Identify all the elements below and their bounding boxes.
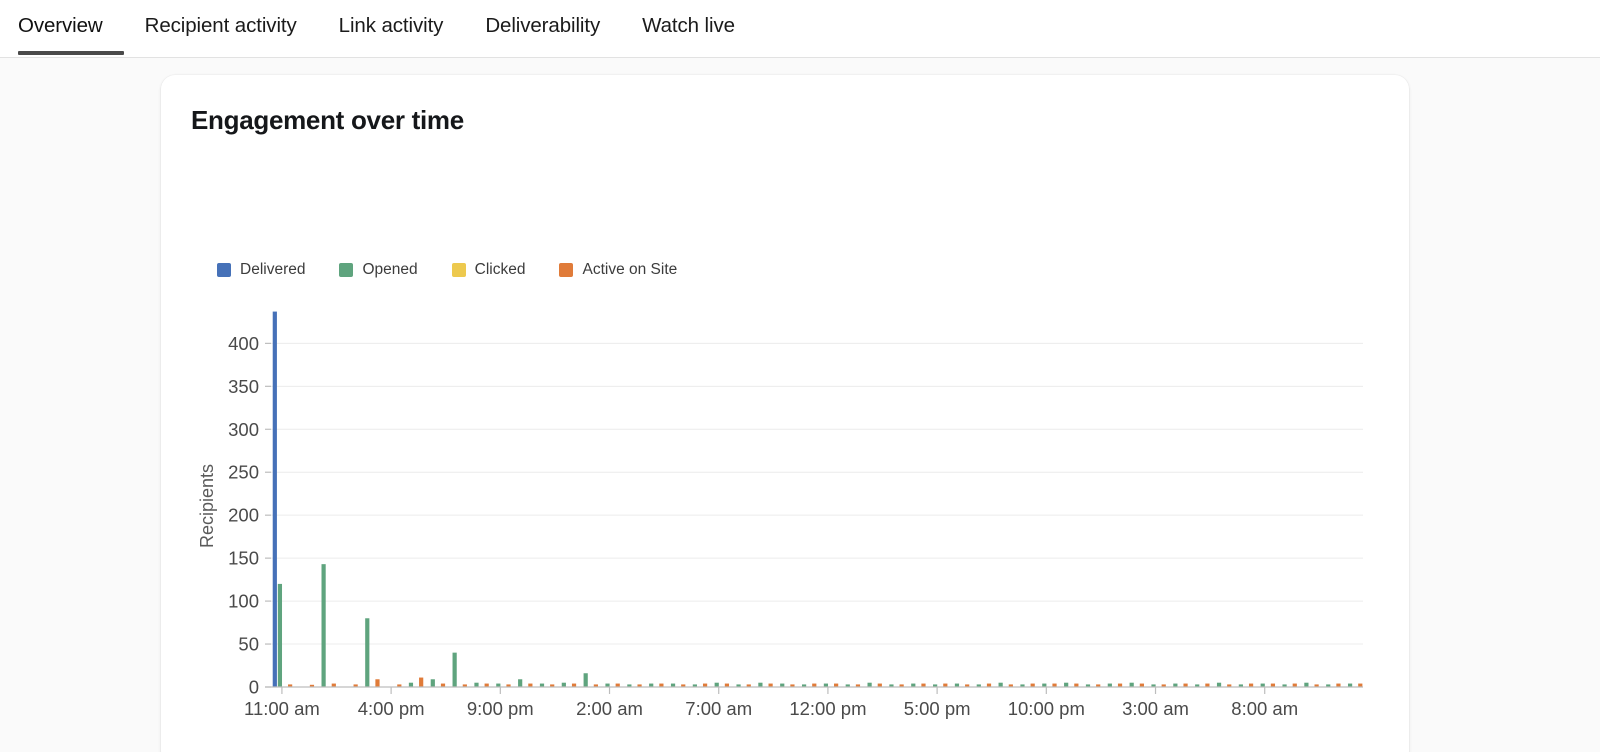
x-axis-tick-label: 7:00 am <box>685 698 752 719</box>
tab-bar: Overview Recipient activity Link activit… <box>0 0 1600 58</box>
legend-label-active-on-site: Active on Site <box>582 261 677 279</box>
engagement-chart-svg: 0 50 100 150 200 250 300 350 400 Recipients 11:00 … <box>191 303 1381 733</box>
tab-recipient-activity[interactable]: Recipient activity <box>124 0 318 55</box>
legend-swatch-active-on-site <box>559 263 573 277</box>
y-axis-tick-label: 250 <box>228 462 259 483</box>
chart-bar[interactable] <box>453 653 457 687</box>
chart-bar[interactable] <box>273 312 277 687</box>
engagement-chart[interactable]: 0 50 100 150 200 250 300 350 400 Recipients 11:00 … <box>191 303 1381 733</box>
x-axis-tick-label: 12:00 pm <box>789 698 866 719</box>
legend-item-active-on-site[interactable]: Active on Site <box>559 261 677 279</box>
engagement-card: Engagement over time Delivered Opened Cl… <box>161 75 1409 752</box>
legend-label-opened: Opened <box>362 261 417 279</box>
legend-item-delivered[interactable]: Delivered <box>217 261 305 279</box>
y-axis-tick-label: 400 <box>228 333 259 354</box>
chart-bar[interactable] <box>1304 683 1308 687</box>
x-axis-tick-label: 2:00 am <box>576 698 643 719</box>
x-axis-tick-label: 3:00 am <box>1122 698 1189 719</box>
x-axis-tick-label: 10:00 pm <box>1008 698 1085 719</box>
chart-bar[interactable] <box>322 564 326 687</box>
page-title: Engagement over time <box>191 105 464 136</box>
x-axis-tick-label: 8:00 am <box>1231 698 1298 719</box>
tab-deliverability[interactable]: Deliverability <box>464 0 621 55</box>
chart-legend: Delivered Opened Clicked Active on Site <box>217 261 711 279</box>
y-axis-tick-label: 150 <box>228 548 259 569</box>
tab-watch-live[interactable]: Watch live <box>621 0 756 55</box>
legend-swatch-opened <box>339 263 353 277</box>
chart-bar[interactable] <box>278 584 282 687</box>
chart-bar[interactable] <box>518 679 522 687</box>
y-axis-title: Recipients <box>197 464 217 548</box>
chart-bar[interactable] <box>474 683 478 687</box>
x-axis-tick-label: 11:00 am <box>244 698 320 719</box>
chart-bar[interactable] <box>868 683 872 687</box>
chart-bar[interactable] <box>419 678 423 687</box>
legend-label-clicked: Clicked <box>475 261 526 279</box>
chart-bar[interactable] <box>715 683 719 687</box>
chart-bar[interactable] <box>1130 683 1134 687</box>
x-axis-tick-label: 4:00 pm <box>358 698 425 719</box>
chart-bar[interactable] <box>562 683 566 687</box>
y-axis-tick-label: 100 <box>228 591 259 612</box>
chart-bar[interactable] <box>1064 683 1068 687</box>
x-axis-tick-label: 5:00 pm <box>904 698 971 719</box>
tab-deliverability-label: Deliverability <box>485 14 600 37</box>
tab-recipient-activity-label: Recipient activity <box>145 14 297 37</box>
chart-bar[interactable] <box>999 683 1003 687</box>
chart-bar[interactable] <box>365 618 369 687</box>
legend-swatch-clicked <box>452 263 466 277</box>
y-axis-tick-label: 50 <box>238 634 259 655</box>
chart-bar[interactable] <box>584 673 588 687</box>
chart-bar[interactable] <box>431 679 435 687</box>
y-axis-tick-label: 200 <box>228 505 259 526</box>
page-body: Engagement over time Delivered Opened Cl… <box>0 58 1600 752</box>
legend-label-delivered: Delivered <box>240 261 305 279</box>
y-axis-tick-label: 300 <box>228 419 259 440</box>
legend-swatch-delivered <box>217 263 231 277</box>
tab-link-activity[interactable]: Link activity <box>318 0 465 55</box>
chart-bar[interactable] <box>1217 683 1221 687</box>
tab-overview-label: Overview <box>18 14 103 37</box>
chart-bar[interactable] <box>409 683 413 687</box>
chart-bar[interactable] <box>375 679 379 687</box>
y-axis-tick-label: 350 <box>228 376 259 397</box>
y-axis-tick-label: 0 <box>249 677 259 698</box>
tab-link-activity-label: Link activity <box>339 14 444 37</box>
legend-item-opened[interactable]: Opened <box>339 261 417 279</box>
chart-bar[interactable] <box>758 683 762 687</box>
tab-overview[interactable]: Overview <box>18 0 124 55</box>
tab-watch-live-label: Watch live <box>642 14 735 37</box>
legend-item-clicked[interactable]: Clicked <box>452 261 526 279</box>
x-axis-tick-label: 9:00 pm <box>467 698 534 719</box>
